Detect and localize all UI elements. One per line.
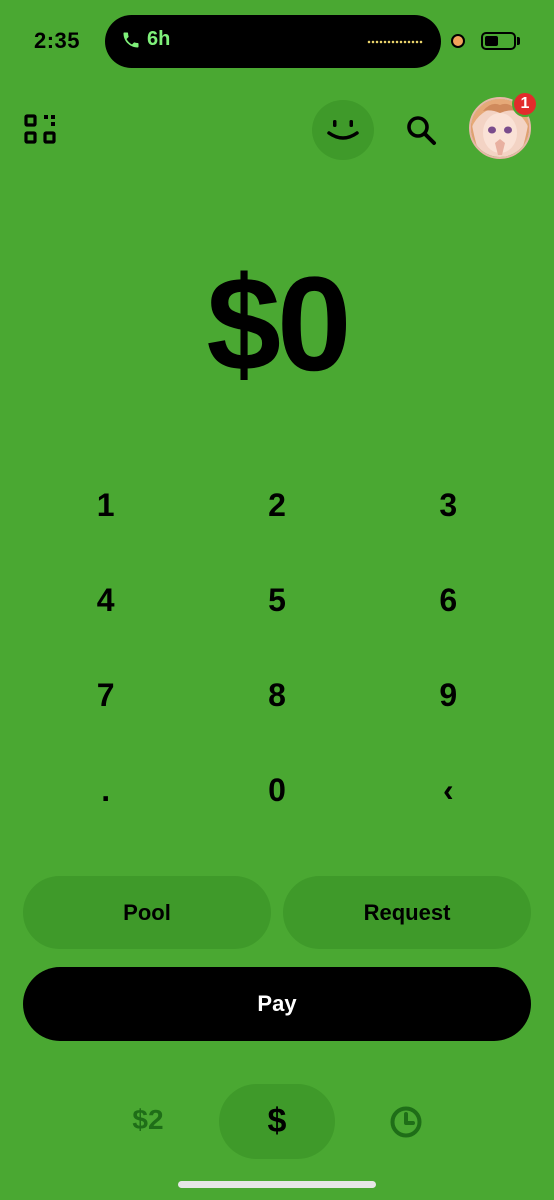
- call-duration: 6h: [147, 28, 171, 50]
- key-0[interactable]: 0: [191, 743, 362, 838]
- key-5[interactable]: 5: [191, 553, 362, 648]
- key-6[interactable]: 6: [363, 553, 534, 648]
- amount-display: $0: [206, 250, 351, 399]
- request-button[interactable]: Request: [283, 876, 531, 949]
- nav-balance-tab[interactable]: $2: [118, 1104, 178, 1136]
- battery-icon: [481, 32, 516, 50]
- key-2[interactable]: 2: [191, 458, 362, 553]
- nav-cash-tab[interactable]: $: [219, 1084, 335, 1159]
- audio-waveform: [367, 39, 423, 45]
- key-9[interactable]: 9: [363, 648, 534, 743]
- keypad: 1 2 3 4 5 6 7 8 9 . 0 ‹: [20, 458, 534, 838]
- key-3[interactable]: 3: [363, 458, 534, 553]
- smiley-button[interactable]: [312, 100, 374, 160]
- key-7[interactable]: 7: [20, 648, 191, 743]
- dynamic-island[interactable]: 6h: [105, 15, 441, 68]
- status-time: 2:35: [34, 28, 81, 53]
- search-icon[interactable]: [405, 114, 437, 146]
- clock-icon[interactable]: [389, 1105, 423, 1139]
- pool-button[interactable]: Pool: [23, 876, 271, 949]
- active-call-indicator[interactable]: 6h: [121, 28, 170, 51]
- notification-badge: 1: [512, 91, 538, 117]
- phone-icon: [123, 32, 139, 47]
- battery-cap: [517, 37, 520, 45]
- key-1[interactable]: 1: [20, 458, 191, 553]
- key-8[interactable]: 8: [191, 648, 362, 743]
- scan-icon[interactable]: [24, 114, 56, 144]
- pay-button[interactable]: Pay: [23, 967, 531, 1041]
- key-backspace[interactable]: ‹: [363, 743, 534, 838]
- privacy-indicator-dot: [451, 34, 465, 48]
- key-4[interactable]: 4: [20, 553, 191, 648]
- smiley-icon: [327, 120, 359, 140]
- key-decimal[interactable]: .: [20, 743, 191, 838]
- home-indicator[interactable]: [178, 1181, 376, 1188]
